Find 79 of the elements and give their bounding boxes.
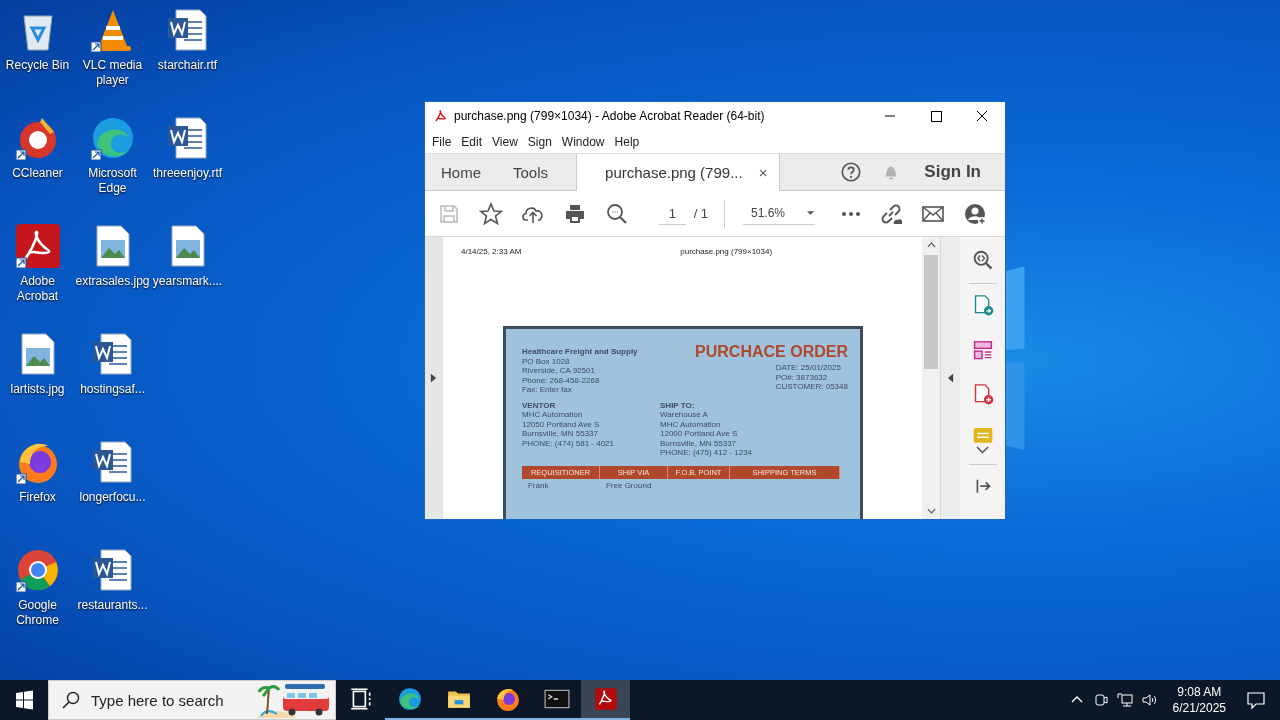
desktop-icon-label[interactable]: starchair.rtf: [150, 58, 225, 73]
company-address-line: PO Box 1028: [521, 356, 571, 366]
vertical-scrollbar[interactable]: [922, 237, 941, 519]
caret-icon: [806, 210, 815, 216]
zoom-dropdown[interactable]: 51.6%: [743, 202, 815, 225]
edge-icon: [396, 686, 423, 712]
search-field[interactable]: Type here to search: [89, 690, 257, 710]
table-cell-text: Free Ground: [604, 479, 653, 490]
vendor-line: 12050 Portland Ave S: [521, 419, 601, 429]
zoom-out-icon[interactable]: [605, 201, 629, 226]
vendor-line: Burnsville, MN 55337: [521, 429, 599, 439]
ship-to-heading: SHIP TO:: [660, 400, 696, 410]
star-icon[interactable]: [479, 201, 503, 226]
desktop-icon-label[interactable]: CCleaner: [0, 166, 75, 181]
acrobat-icon[interactable]: [13, 222, 62, 270]
scroll-down-icon[interactable]: [926, 508, 936, 514]
volume-icon[interactable]: [1140, 692, 1157, 708]
desktop-icon-label[interactable]: yearsmark....: [150, 274, 225, 289]
company-name: Healthcare Freight and Supply: [521, 347, 638, 357]
menu-item[interactable]: Window: [556, 134, 610, 149]
order-detail-line: PO#: 3873632: [775, 372, 829, 382]
tab[interactable]: Tools: [497, 154, 565, 190]
network-icon[interactable]: [1116, 692, 1133, 708]
desktop-icon-label[interactable]: Recycle Bin: [0, 58, 75, 73]
desktop-icon-label[interactable]: Microsoft Edge: [75, 166, 150, 196]
desktop-icon-label[interactable]: Adobe Acrobat: [0, 274, 75, 304]
add-user-icon[interactable]: [963, 201, 987, 226]
company-address-line: Phone: 268-458-2268: [521, 375, 601, 385]
collapse-right-pane-icon[interactable]: [947, 373, 955, 383]
chevron-down-icon[interactable]: [976, 446, 990, 454]
order-detail-line: DATE: 25/01/2025: [775, 363, 842, 373]
expand-left-pane-icon[interactable]: [430, 373, 438, 383]
table-cell-text: Frank: [526, 479, 550, 490]
ship-to-line: 12000 Portland Ave S: [660, 429, 739, 439]
window-title: purchase.png (799×1034) - Adobe Acrobat Reader (64-bit): [454, 109, 766, 123]
acrobat-logo-icon: [434, 109, 448, 123]
camera-icon[interactable]: [1092, 692, 1109, 708]
company-address-line: Riverside, CA 92501: [521, 366, 596, 376]
ship-to-line: Burnsville, MN 55337: [660, 438, 738, 448]
desktop-icon-label[interactable]: restaurants...: [75, 598, 150, 613]
menu-item[interactable]: File: [427, 134, 457, 149]
ship-to-line: MHC Automation: [660, 419, 722, 429]
desktop-icon-label[interactable]: lartists.jpg: [0, 382, 75, 397]
desktop-icon-label[interactable]: Firefox: [0, 490, 75, 505]
menu-item[interactable]: Edit: [456, 134, 488, 149]
menu-item[interactable]: Sign: [522, 134, 557, 149]
desktop-icon-label[interactable]: Google Chrome: [0, 598, 75, 628]
desktop-icon-label[interactable]: hostingsaf...: [75, 382, 150, 397]
tab[interactable]: Home: [425, 154, 497, 190]
company-address-line: Fax: Enter fax: [521, 385, 573, 395]
scroll-up-icon[interactable]: [926, 242, 936, 248]
menu-item[interactable]: Help: [609, 134, 645, 149]
vendor-heading: VENTOR: [521, 400, 557, 410]
menu-item[interactable]: View: [487, 134, 523, 149]
order-detail-line: CUSTOMER: 05348: [775, 382, 848, 392]
search-icon: [61, 690, 81, 710]
sign-in-button[interactable]: Sign In: [920, 154, 1005, 190]
search-bar[interactable]: Type here to search: [48, 680, 336, 720]
desktop-icon-label[interactable]: longerfocu...: [75, 490, 150, 505]
vendor-line: MHC Automation: [521, 410, 584, 420]
desktop-icon-label[interactable]: VLC media player: [75, 58, 150, 88]
ship-to-line: Warehouse A: [660, 410, 709, 420]
ship-to-line: PHONE: (475) 412 - 1234: [660, 448, 753, 458]
firefox-icon: [494, 686, 521, 712]
page-total: / 1: [693, 206, 709, 221]
desktop-icon-label[interactable]: extrasales.jpg: [75, 274, 150, 289]
order-title: PURCHACE ORDER: [695, 343, 848, 361]
desktop-icon-label[interactable]: threeenjoy.rtf: [150, 166, 225, 181]
page-header-title: purchase.png (799×1034): [680, 247, 773, 256]
close-tab-button[interactable]: ×: [758, 164, 768, 181]
tab[interactable]: purchase.png (799... ×: [576, 154, 781, 191]
acrobat-icon: [592, 686, 619, 712]
page-number-field[interactable]: 1: [659, 202, 686, 225]
page-header-date: 4/14/25, 2:33 AM: [460, 247, 522, 256]
vendor-line: PHONE: (474) 581 - 4021: [521, 438, 614, 448]
notifications-icon[interactable]: [1246, 690, 1266, 710]
help-icon[interactable]: [840, 161, 863, 183]
acrobat-taskbar-button[interactable]: [581, 680, 630, 720]
clock[interactable]: 9:08 AM 6/21/2025: [1164, 680, 1234, 720]
